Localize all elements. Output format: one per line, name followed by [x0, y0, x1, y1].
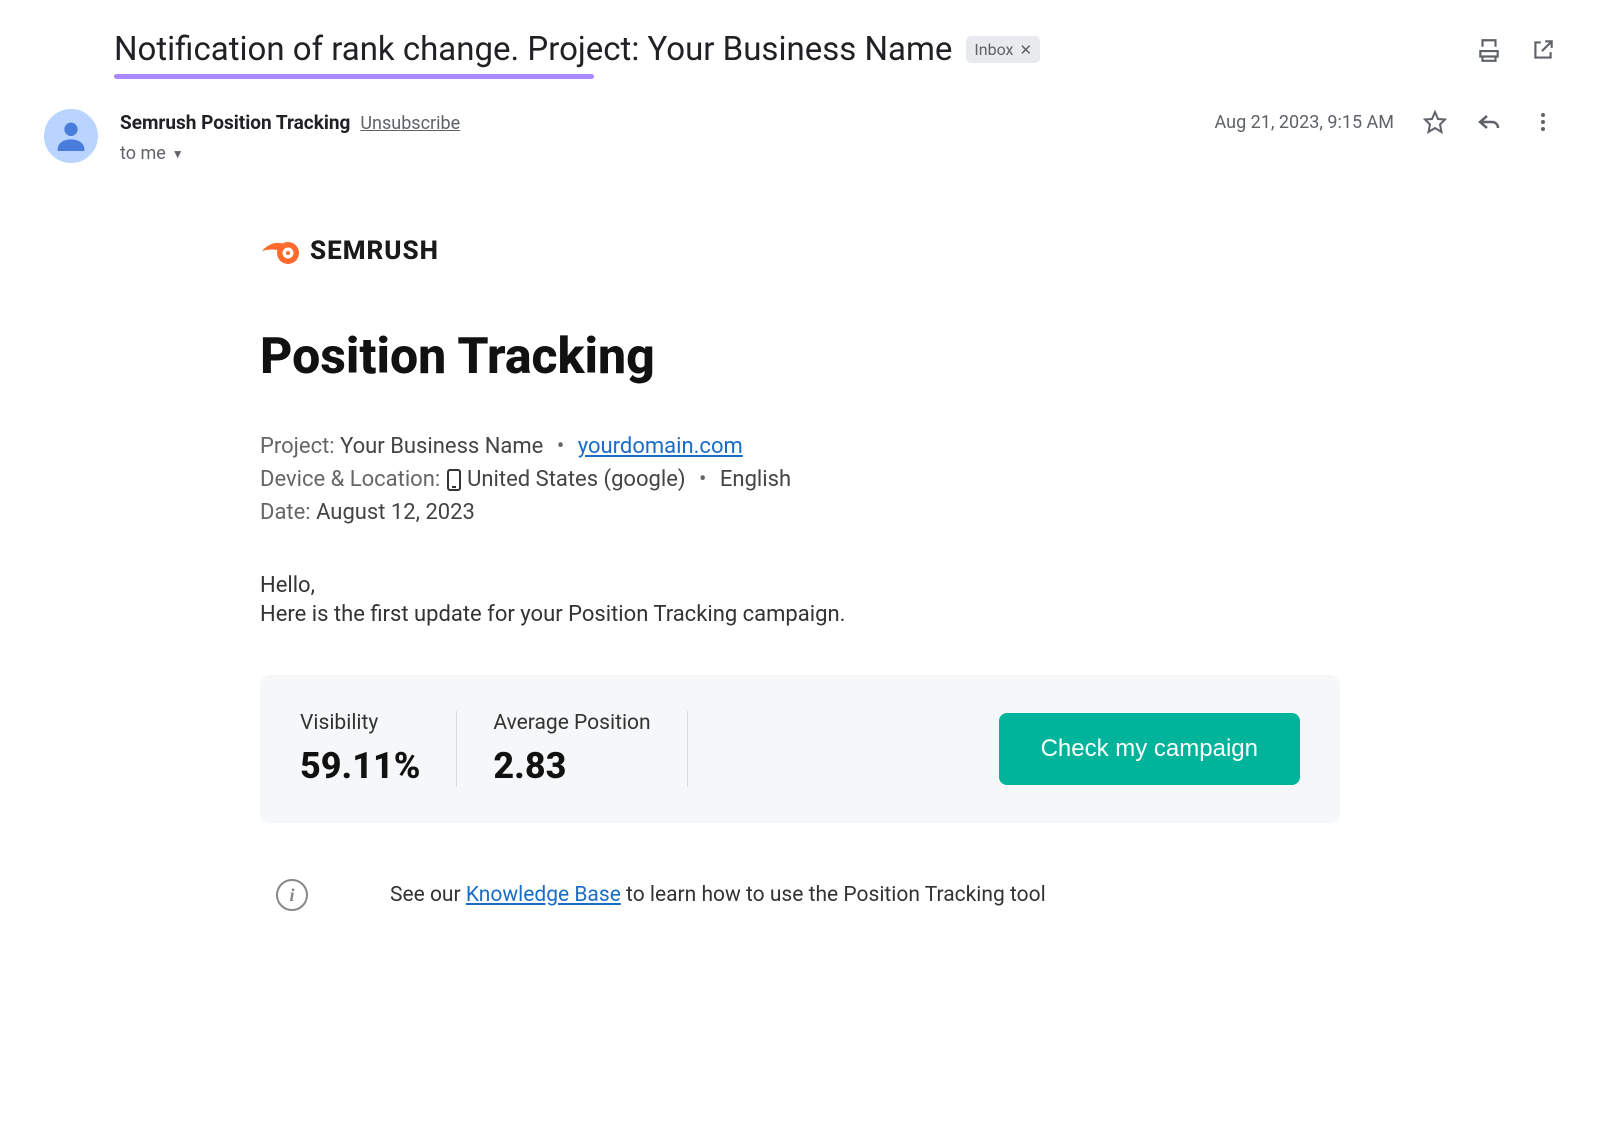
date-line: Date: August 12, 2023 [260, 500, 1340, 525]
separator-dot: • [557, 434, 564, 459]
visibility-label: Visibility [300, 711, 420, 735]
to-label: to me [120, 143, 166, 164]
greeting-line-1: Hello, [260, 573, 1340, 598]
date-label: Date: [260, 500, 311, 525]
info-icon: i [276, 879, 308, 911]
sender-top: Semrush Position Tracking Unsubscribe Au… [120, 109, 1576, 135]
project-name: Your Business Name [340, 434, 543, 459]
greeting-line-2: Here is the first update for your Positi… [260, 602, 1340, 627]
sender-block: Semrush Position Tracking Unsubscribe Au… [120, 109, 1576, 164]
email-header: Notification of rank change. Project: Yo… [24, 30, 1576, 69]
device-location: United States (google) [467, 467, 685, 492]
domain-link[interactable]: yourdomain.com [578, 434, 743, 459]
content-title: Position Tracking [260, 328, 1340, 386]
to-row[interactable]: to me ▼ [120, 143, 1576, 164]
kb-post: to learn how to use the Position Trackin… [621, 883, 1046, 907]
knowledge-base-link[interactable]: Knowledge Base [466, 883, 621, 907]
header-actions [1476, 37, 1576, 63]
avgpos-stat: Average Position 2.83 [457, 711, 686, 787]
open-external-icon[interactable] [1530, 37, 1556, 63]
email-body: SEMRUSH Position Tracking Project: Your … [260, 234, 1340, 911]
project-line: Project: Your Business Name • yourdomain… [260, 434, 1340, 459]
date-value: August 12, 2023 [316, 500, 475, 525]
visibility-value: 59.11% [300, 745, 420, 787]
brand-name: SEMRUSH [310, 236, 439, 266]
stats-card: Visibility 59.11% Average Position 2.83 … [260, 675, 1340, 823]
separator-dot: • [699, 467, 706, 492]
check-campaign-button[interactable]: Check my campaign [999, 713, 1300, 785]
kb-pre: See our [390, 883, 466, 907]
print-icon[interactable] [1476, 37, 1502, 63]
sender-name: Semrush Position Tracking [120, 111, 350, 134]
reply-icon[interactable] [1476, 109, 1502, 135]
sender-row: Semrush Position Tracking Unsubscribe Au… [24, 109, 1576, 164]
avgpos-label: Average Position [493, 711, 650, 735]
phone-icon [446, 469, 462, 491]
inbox-badge[interactable]: Inbox ✕ [966, 36, 1040, 63]
greeting: Hello, Here is the first update for your… [260, 573, 1340, 627]
brand-logo: SEMRUSH [260, 234, 1340, 268]
inbox-label: Inbox [974, 40, 1013, 59]
visibility-stat: Visibility 59.11% [300, 711, 456, 787]
knowledge-base-row: i See our Knowledge Base to learn how to… [260, 879, 1340, 911]
avgpos-value: 2.83 [493, 745, 650, 787]
close-icon[interactable]: ✕ [1019, 41, 1032, 59]
language: English [720, 467, 791, 492]
unsubscribe-link[interactable]: Unsubscribe [360, 113, 460, 134]
chevron-down-icon: ▼ [172, 147, 184, 161]
sender-right: Aug 21, 2023, 9:15 AM [1215, 109, 1576, 135]
subject-text: Notification of rank change. Project: Yo… [114, 30, 952, 69]
star-icon[interactable] [1422, 109, 1448, 135]
semrush-flame-icon [260, 234, 300, 268]
device-label: Device & Location: [260, 467, 440, 492]
device-line: Device & Location: United States (google… [260, 467, 1340, 492]
project-label: Project: [260, 434, 335, 459]
subject-wrap: Notification of rank change. Project: Yo… [114, 30, 1040, 69]
more-icon[interactable] [1530, 109, 1556, 135]
kb-text: See our Knowledge Base to learn how to u… [390, 883, 1046, 907]
avatar [44, 109, 98, 163]
stat-divider [687, 711, 688, 787]
email-subject: Notification of rank change. Project: Yo… [114, 30, 952, 69]
highlight-underline [114, 74, 594, 79]
timestamp: Aug 21, 2023, 9:15 AM [1215, 112, 1394, 133]
sender-left: Semrush Position Tracking Unsubscribe [120, 111, 460, 134]
